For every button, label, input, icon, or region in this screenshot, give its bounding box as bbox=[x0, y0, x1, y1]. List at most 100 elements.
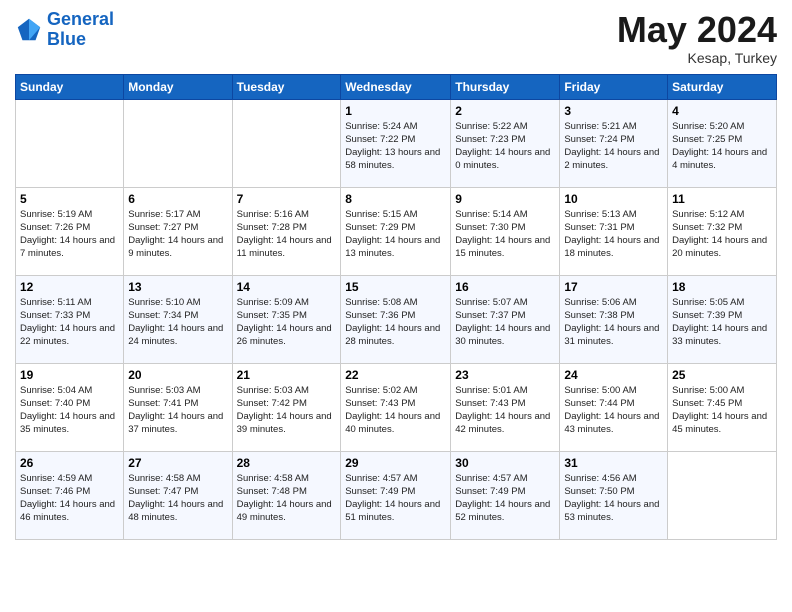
calendar-cell: 29Sunrise: 4:57 AM Sunset: 7:49 PM Dayli… bbox=[341, 451, 451, 539]
cell-info: Sunrise: 5:13 AM Sunset: 7:31 PM Dayligh… bbox=[564, 208, 663, 261]
col-sunday: Sunday bbox=[16, 74, 124, 99]
day-number: 26 bbox=[20, 456, 119, 470]
day-number: 8 bbox=[345, 192, 446, 206]
day-number: 20 bbox=[128, 368, 227, 382]
cell-info: Sunrise: 4:59 AM Sunset: 7:46 PM Dayligh… bbox=[20, 472, 119, 525]
calendar-cell bbox=[232, 99, 341, 187]
calendar-cell: 21 Sunrise: 5:03 AM Sunset: 7:42 PM Dayli… bbox=[232, 363, 341, 451]
day-number: 11 bbox=[672, 192, 772, 206]
cell-info: Sunrise: 5:02 AM Sunset: 7:43 PM Dayligh… bbox=[345, 384, 446, 437]
cell-info: Sunrise: 5:00 AM Sunset: 7:45 PM Dayligh… bbox=[672, 384, 772, 437]
cell-info: Sunrise: 5:00 AM Sunset: 7:44 PM Dayligh… bbox=[564, 384, 663, 437]
day-number: 3 bbox=[564, 104, 663, 118]
cell-info: Sunrise: 5:14 AM Sunset: 7:30 PM Dayligh… bbox=[455, 208, 555, 261]
day-number: 30 bbox=[455, 456, 555, 470]
calendar-cell: 23 Sunrise: 5:01 AM Sunset: 7:43 PM Dayli… bbox=[451, 363, 560, 451]
cell-info: Sunrise: 5:03 AM Sunset: 7:41 PM Dayligh… bbox=[128, 384, 227, 437]
cell-info: Sunrise: 5:17 AM Sunset: 7:27 PM Dayligh… bbox=[128, 208, 227, 261]
cell-info: Sunrise: 5:22 AM Sunset: 7:23 PM Dayligh… bbox=[455, 120, 555, 173]
cell-info: Sunrise: 4:58 AM Sunset: 7:47 PM Dayligh… bbox=[128, 472, 227, 525]
title-block: May 2024 Kesap, Turkey bbox=[617, 10, 777, 66]
cell-info: Sunrise: 5:11 AM Sunset: 7:33 PM Dayligh… bbox=[20, 296, 119, 349]
calendar-cell: 22 Sunrise: 5:02 AM Sunset: 7:43 PM Dayli… bbox=[341, 363, 451, 451]
calendar-cell: 31 Sunrise: 4:56 AM Sunset: 7:50 PM Dayli… bbox=[560, 451, 668, 539]
day-number: 7 bbox=[237, 192, 337, 206]
cell-info: Sunrise: 5:24 AM Sunset: 7:22 PM Dayligh… bbox=[345, 120, 446, 173]
cell-info: Sunrise: 5:05 AM Sunset: 7:39 PM Dayligh… bbox=[672, 296, 772, 349]
calendar-cell: 30 Sunrise: 4:57 AM Sunset: 7:49 PM Dayli… bbox=[451, 451, 560, 539]
calendar-cell: 14 Sunrise: 5:09 AM Sunset: 7:35 PM Dayli… bbox=[232, 275, 341, 363]
day-number: 25 bbox=[672, 368, 772, 382]
logo-icon bbox=[15, 16, 43, 44]
day-number: 16 bbox=[455, 280, 555, 294]
col-tuesday: Tuesday bbox=[232, 74, 341, 99]
calendar-cell: 3 Sunrise: 5:21 AM Sunset: 7:24 PM Daylig… bbox=[560, 99, 668, 187]
cell-info: Sunrise: 5:03 AM Sunset: 7:42 PM Dayligh… bbox=[237, 384, 337, 437]
logo: General Blue bbox=[15, 10, 114, 50]
calendar-week-3: 12 Sunrise: 5:11 AM Sunset: 7:33 PM Dayli… bbox=[16, 275, 777, 363]
calendar-week-4: 19 Sunrise: 5:04 AM Sunset: 7:40 PM Dayli… bbox=[16, 363, 777, 451]
day-number: 1 bbox=[345, 104, 446, 118]
day-number: 17 bbox=[564, 280, 663, 294]
day-number: 5 bbox=[20, 192, 119, 206]
calendar-cell: 8 Sunrise: 5:15 AM Sunset: 7:29 PM Daylig… bbox=[341, 187, 451, 275]
header-row: Sunday Monday Tuesday Wednesday Thursday… bbox=[16, 74, 777, 99]
calendar-cell: 4 Sunrise: 5:20 AM Sunset: 7:25 PM Daylig… bbox=[668, 99, 777, 187]
calendar-cell: 10 Sunrise: 5:13 AM Sunset: 7:31 PM Dayli… bbox=[560, 187, 668, 275]
calendar-cell: 7Sunrise: 5:16 AM Sunset: 7:28 PM Daylig… bbox=[232, 187, 341, 275]
calendar-cell: 26 Sunrise: 4:59 AM Sunset: 7:46 PM Dayli… bbox=[16, 451, 124, 539]
cell-info: Sunrise: 5:09 AM Sunset: 7:35 PM Dayligh… bbox=[237, 296, 337, 349]
col-saturday: Saturday bbox=[668, 74, 777, 99]
cell-info: Sunrise: 4:56 AM Sunset: 7:50 PM Dayligh… bbox=[564, 472, 663, 525]
cell-info: Sunrise: 5:21 AM Sunset: 7:24 PM Dayligh… bbox=[564, 120, 663, 173]
cell-info: Sunrise: 5:07 AM Sunset: 7:37 PM Dayligh… bbox=[455, 296, 555, 349]
cell-info: Sunrise: 5:19 AM Sunset: 7:26 PM Dayligh… bbox=[20, 208, 119, 261]
day-number: 14 bbox=[237, 280, 337, 294]
day-number: 6 bbox=[128, 192, 227, 206]
calendar-cell: 2Sunrise: 5:22 AM Sunset: 7:23 PM Daylig… bbox=[451, 99, 560, 187]
calendar-cell: 11 Sunrise: 5:12 AM Sunset: 7:32 PM Dayli… bbox=[668, 187, 777, 275]
month-title: May 2024 bbox=[617, 10, 777, 50]
calendar-cell: 16 Sunrise: 5:07 AM Sunset: 7:37 PM Dayli… bbox=[451, 275, 560, 363]
calendar-cell: 24 Sunrise: 5:00 AM Sunset: 7:44 PM Dayli… bbox=[560, 363, 668, 451]
calendar-cell: 19 Sunrise: 5:04 AM Sunset: 7:40 PM Dayli… bbox=[16, 363, 124, 451]
day-number: 22 bbox=[345, 368, 446, 382]
cell-info: Sunrise: 5:20 AM Sunset: 7:25 PM Dayligh… bbox=[672, 120, 772, 173]
cell-info: Sunrise: 5:15 AM Sunset: 7:29 PM Dayligh… bbox=[345, 208, 446, 261]
calendar-cell: 28 Sunrise: 4:58 AM Sunset: 7:48 PM Dayli… bbox=[232, 451, 341, 539]
day-number: 10 bbox=[564, 192, 663, 206]
calendar-cell: 20 Sunrise: 5:03 AM Sunset: 7:41 PM Dayli… bbox=[124, 363, 232, 451]
day-number: 18 bbox=[672, 280, 772, 294]
day-number: 4 bbox=[672, 104, 772, 118]
day-number: 24 bbox=[564, 368, 663, 382]
calendar-cell: 27 Sunrise: 4:58 AM Sunset: 7:47 PM Dayli… bbox=[124, 451, 232, 539]
col-friday: Friday bbox=[560, 74, 668, 99]
cell-info: Sunrise: 4:57 AM Sunset: 7:49 PM Dayligh… bbox=[455, 472, 555, 525]
cell-info: Sunrise: 5:01 AM Sunset: 7:43 PM Dayligh… bbox=[455, 384, 555, 437]
calendar-cell: 17Sunrise: 5:06 AM Sunset: 7:38 PM Dayli… bbox=[560, 275, 668, 363]
day-number: 23 bbox=[455, 368, 555, 382]
day-number: 21 bbox=[237, 368, 337, 382]
col-wednesday: Wednesday bbox=[341, 74, 451, 99]
day-number: 27 bbox=[128, 456, 227, 470]
day-number: 12 bbox=[20, 280, 119, 294]
day-number: 13 bbox=[128, 280, 227, 294]
cell-info: Sunrise: 5:10 AM Sunset: 7:34 PM Dayligh… bbox=[128, 296, 227, 349]
calendar-cell: 18 Sunrise: 5:05 AM Sunset: 7:39 PM Dayli… bbox=[668, 275, 777, 363]
calendar-week-2: 5 Sunrise: 5:19 AM Sunset: 7:26 PM Daylig… bbox=[16, 187, 777, 275]
cell-info: Sunrise: 5:04 AM Sunset: 7:40 PM Dayligh… bbox=[20, 384, 119, 437]
col-thursday: Thursday bbox=[451, 74, 560, 99]
calendar-cell: 5 Sunrise: 5:19 AM Sunset: 7:26 PM Daylig… bbox=[16, 187, 124, 275]
cell-info: Sunrise: 5:12 AM Sunset: 7:32 PM Dayligh… bbox=[672, 208, 772, 261]
calendar-cell bbox=[668, 451, 777, 539]
calendar-week-1: 1 Sunrise: 5:24 AM Sunset: 7:22 PM Daylig… bbox=[16, 99, 777, 187]
calendar-cell bbox=[16, 99, 124, 187]
page-container: General Blue May 2024 Kesap, Turkey Sund… bbox=[0, 0, 792, 555]
cell-info: Sunrise: 4:58 AM Sunset: 7:48 PM Dayligh… bbox=[237, 472, 337, 525]
day-number: 19 bbox=[20, 368, 119, 382]
calendar-cell: 1 Sunrise: 5:24 AM Sunset: 7:22 PM Daylig… bbox=[341, 99, 451, 187]
day-number: 31 bbox=[564, 456, 663, 470]
col-monday: Monday bbox=[124, 74, 232, 99]
calendar-cell: 6 Sunrise: 5:17 AM Sunset: 7:27 PM Daylig… bbox=[124, 187, 232, 275]
day-number: 28 bbox=[237, 456, 337, 470]
